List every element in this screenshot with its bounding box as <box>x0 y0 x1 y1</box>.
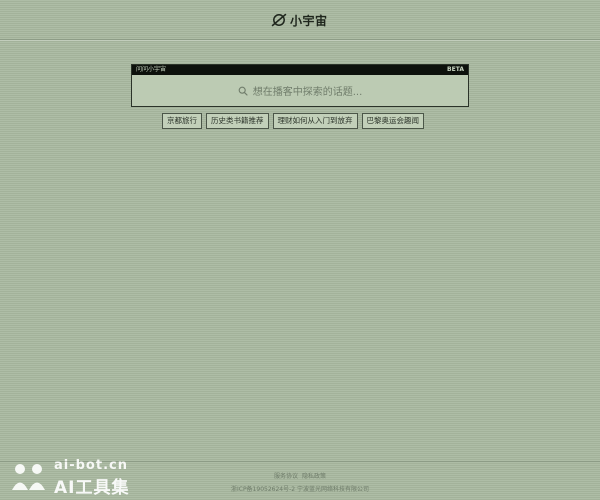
search-card-header: 问问小宇宙 BETA <box>132 65 468 75</box>
search-card-label: 问问小宇宙 <box>136 66 167 73</box>
watermark-logo-icon <box>12 464 45 490</box>
suggestion-chip-kyoto-travel[interactable]: 京都旅行 <box>162 113 202 129</box>
search-placeholder: 想在播客中探索的话题... <box>252 87 363 98</box>
beta-badge: BETA <box>447 66 464 73</box>
privacy-policy-link[interactable]: 隐私政策 <box>302 473 326 480</box>
search-input[interactable]: 想在播客中探索的话题... <box>132 75 468 106</box>
watermark-name: AI工具集 <box>54 478 130 498</box>
logo-text: 小宇宙 <box>290 13 328 28</box>
watermark: ai-bot.cn AI工具集 <box>6 458 136 498</box>
search-card: 问问小宇宙 BETA 想在播客中探索的话题... <box>131 64 469 107</box>
suggestion-chip-finance[interactable]: 理财如何从入门到放弃 <box>272 113 358 129</box>
watermark-domain: ai-bot.cn <box>54 458 128 473</box>
terms-of-service-link[interactable]: 服务协议 <box>274 473 298 480</box>
planet-icon <box>271 13 287 27</box>
search-icon <box>238 86 248 96</box>
suggestion-chip-history-books[interactable]: 历史类书籍推荐 <box>206 113 269 129</box>
suggestion-chips: 京都旅行 历史类书籍推荐 理财如何从入门到放弃 巴黎奥运会趣闻 <box>162 113 424 129</box>
top-header: 小宇宙 <box>0 0 600 40</box>
site-logo[interactable]: 小宇宙 <box>271 10 328 30</box>
suggestion-chip-paris-olympics[interactable]: 巴黎奥运会趣闻 <box>361 113 424 129</box>
